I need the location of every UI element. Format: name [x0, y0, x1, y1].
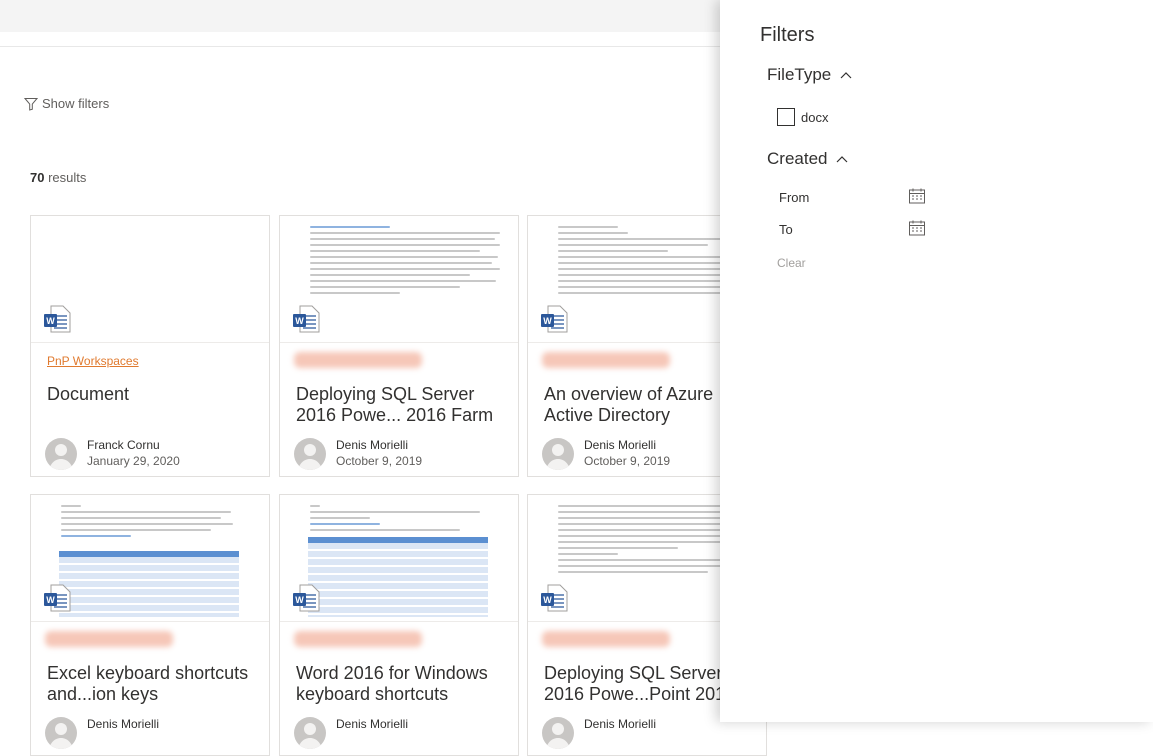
card-thumbnail: W: [280, 495, 518, 622]
card-date: October 9, 2019: [336, 454, 423, 468]
result-card[interactable]: W Word 2016 for Windows keyboard shortcu…: [279, 494, 519, 756]
docx-checkbox[interactable]: [777, 108, 795, 126]
person-avatar: [45, 438, 77, 470]
svg-text:W: W: [543, 595, 552, 605]
blurred-site-label: [294, 352, 422, 368]
blurred-site-label: [542, 352, 670, 368]
filetype-label: FileType: [767, 65, 832, 84]
word-document-icon: W: [541, 305, 568, 333]
card-thumbnail: W: [280, 216, 518, 343]
chevron-up-icon: [840, 72, 852, 79]
card-author: Denis Morielli: [87, 717, 160, 731]
calendar-icon[interactable]: [908, 187, 926, 205]
svg-text:W: W: [46, 316, 55, 326]
chevron-up-icon: [837, 156, 848, 163]
svg-text:W: W: [46, 595, 55, 605]
results-number: 70: [30, 170, 45, 185]
svg-text:W: W: [295, 316, 304, 326]
word-document-icon: W: [293, 305, 320, 333]
card-date: January 29, 2020: [87, 454, 180, 468]
blurred-site-label: [542, 631, 670, 647]
created-section-toggle[interactable]: Created: [767, 149, 849, 169]
word-document-icon: W: [44, 305, 71, 333]
card-site-link[interactable]: PnP Workspaces: [47, 354, 139, 368]
person-avatar: [294, 438, 326, 470]
calendar-icon[interactable]: [908, 219, 926, 237]
result-card[interactable]: W PnP Workspaces Document Franck Cornu J…: [30, 215, 270, 477]
word-document-icon: W: [44, 584, 71, 612]
results-label: results: [48, 170, 87, 185]
filetype-section-toggle[interactable]: FileType: [767, 65, 853, 85]
blurred-site-label: [294, 631, 422, 647]
filters-panel: Filters FileType docx Created From To Cl…: [720, 0, 1153, 722]
docx-label: docx: [801, 109, 829, 125]
result-card[interactable]: W Deploying SQL Server 2016 Powe... 2016…: [279, 215, 519, 477]
show-filters-button[interactable]: Show filters: [24, 96, 109, 111]
top-command-bar: [0, 0, 720, 32]
created-label: Created: [767, 149, 828, 168]
blurred-site-label: [45, 631, 173, 647]
filetype-option-docx[interactable]: docx: [777, 108, 828, 126]
card-title[interactable]: Deploying SQL Server 2016 Powe... 2016 F…: [296, 384, 506, 426]
word-document-icon: W: [541, 584, 568, 612]
to-label: To: [779, 222, 793, 237]
card-title[interactable]: Excel keyboard shortcuts and...ion keys: [47, 663, 257, 705]
clear-date-button[interactable]: Clear: [777, 256, 806, 270]
card-date: October 9, 2019: [584, 454, 671, 468]
card-author: Denis Morielli: [336, 717, 409, 731]
svg-text:W: W: [295, 595, 304, 605]
divider: [0, 46, 720, 47]
word-document-icon: W: [293, 584, 320, 612]
card-thumbnail: W: [31, 495, 269, 622]
filter-icon: [24, 97, 38, 111]
card-author: Denis Morielli: [584, 438, 657, 452]
card-author: Denis Morielli: [336, 438, 409, 452]
card-title[interactable]: Document: [47, 384, 257, 405]
card-title[interactable]: Word 2016 for Windows keyboard shortcuts: [296, 663, 506, 705]
from-label: From: [779, 190, 810, 205]
card-author: Franck Cornu: [87, 438, 160, 452]
show-filters-label: Show filters: [42, 96, 110, 111]
panel-title: Filters: [760, 24, 815, 46]
card-thumbnail: W: [31, 216, 269, 343]
card-author: Denis Morielli: [584, 717, 657, 731]
result-card[interactable]: W Excel keyboard shortcuts and...ion key…: [30, 494, 270, 756]
svg-text:W: W: [543, 316, 552, 326]
results-count: 70 results: [30, 170, 86, 185]
person-avatar: [542, 438, 574, 470]
